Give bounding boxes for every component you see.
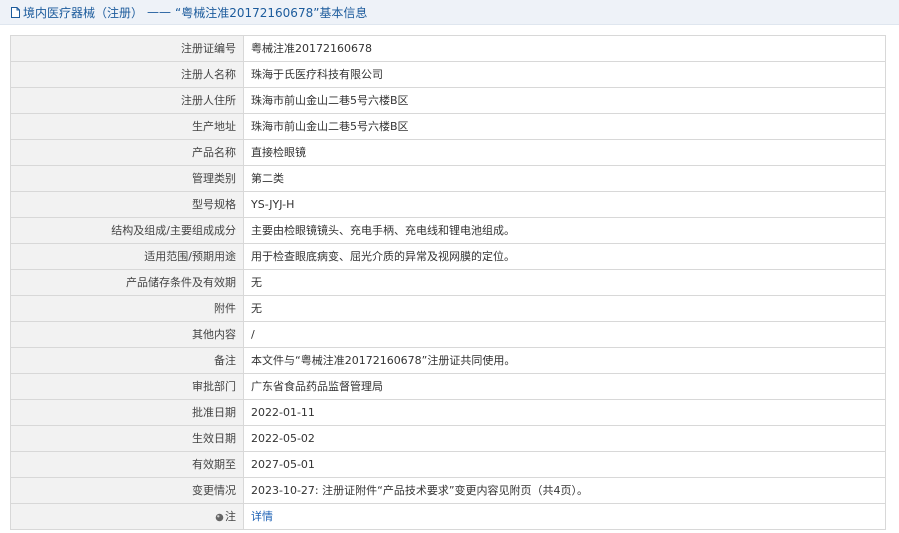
row-label: 产品储存条件及有效期 — [10, 269, 244, 296]
row-label: 生效日期 — [10, 425, 244, 452]
note-label-text: 注 — [225, 510, 236, 523]
table-row: 产品名称 直接检眼镜 — [10, 139, 886, 166]
page-title: “粤械注准20172160678”基本信息 — [175, 5, 368, 20]
row-label: 注册人住所 — [10, 87, 244, 114]
row-value: 珠海于氏医疗科技有限公司 — [243, 61, 886, 88]
row-value: 无 — [243, 269, 886, 296]
note-row: 注 详情 — [10, 503, 886, 530]
row-value: 第二类 — [243, 165, 886, 192]
row-value: 2023-10-27: 注册证附件“产品技术要求”变更内容见附页（共4页）。 — [243, 477, 886, 504]
info-table: 注册证编号 粤械注准20172160678 注册人名称 珠海于氏医疗科技有限公司 注… — [10, 35, 886, 530]
table-row: 注册人住所 珠海市前山金山二巷5号六楼B区 — [10, 87, 886, 114]
table-row: 生产地址 珠海市前山金山二巷5号六楼B区 — [10, 113, 886, 140]
row-label: 结构及组成/主要组成成分 — [10, 217, 244, 244]
note-icon — [215, 513, 224, 521]
row-label: 附件 — [10, 295, 244, 322]
page-header: 境内医疗器械（注册） —— “粤械注准20172160678”基本信息 — [0, 0, 899, 25]
table-row: 批准日期 2022-01-11 — [10, 399, 886, 426]
row-label: 型号规格 — [10, 191, 244, 218]
table-row: 审批部门 广东省食品药品监督管理局 — [10, 373, 886, 400]
row-label: 有效期至 — [10, 451, 244, 478]
table-row: 附件无 — [10, 295, 886, 322]
row-label: 备注 — [10, 347, 244, 374]
table-row: 注册证编号 粤械注准20172160678 — [10, 35, 886, 62]
table-row: 有效期至 2027-05-01 — [10, 451, 886, 478]
row-value: 本文件与“粤械注准20172160678”注册证共同使用。 — [243, 347, 886, 374]
row-label: 注册证编号 — [10, 35, 244, 62]
row-label: 产品名称 — [10, 139, 244, 166]
table-row: 生效日期 2022-05-02 — [10, 425, 886, 452]
note-value: 详情 — [243, 503, 886, 530]
table-row: 备注 本文件与“粤械注准20172160678”注册证共同使用。 — [10, 347, 886, 374]
document-icon — [11, 6, 20, 18]
info-panel: 注册证编号 粤械注准20172160678 注册人名称 珠海于氏医疗科技有限公司 注… — [10, 35, 886, 530]
note-label: 注 — [10, 503, 244, 530]
table-row: 产品储存条件及有效期无 — [10, 269, 886, 296]
table-row: 变更情况 2023-10-27: 注册证附件“产品技术要求”变更内容见附页（共4页… — [10, 477, 886, 504]
table-row: 型号规格 YS-JYJ-H — [10, 191, 886, 218]
row-value: 2022-05-02 — [243, 425, 886, 452]
row-label: 批准日期 — [10, 399, 244, 426]
table-row: 其他内容 / — [10, 321, 886, 348]
row-value: / — [243, 321, 886, 348]
row-label: 适用范围/预期用途 — [10, 243, 244, 270]
row-value: 2027-05-01 — [243, 451, 886, 478]
table-row: 结构及组成/主要组成成分 主要由检眼镜镜头、充电手柄、充电线和锂电池组成。 — [10, 217, 886, 244]
breadcrumb: 境内医疗器械（注册） — [23, 5, 144, 20]
row-value: 广东省食品药品监督管理局 — [243, 373, 886, 400]
row-label: 变更情况 — [10, 477, 244, 504]
row-label: 注册人名称 — [10, 61, 244, 88]
row-value: 无 — [243, 295, 886, 322]
row-value: 粤械注准20172160678 — [243, 35, 886, 62]
table-row: 管理类别 第二类 — [10, 165, 886, 192]
row-label: 审批部门 — [10, 373, 244, 400]
row-value: 直接检眼镜 — [243, 139, 886, 166]
row-value: 用于检查眼底病变、屈光介质的异常及视网膜的定位。 — [243, 243, 886, 270]
row-value: 珠海市前山金山二巷5号六楼B区 — [243, 113, 886, 140]
row-label: 生产地址 — [10, 113, 244, 140]
breadcrumb-separator: —— — [147, 5, 172, 19]
table-row: 注册人名称 珠海于氏医疗科技有限公司 — [10, 61, 886, 88]
row-value: 珠海市前山金山二巷5号六楼B区 — [243, 87, 886, 114]
row-value: YS-JYJ-H — [243, 191, 886, 218]
row-value: 2022-01-11 — [243, 399, 886, 426]
table-row: 适用范围/预期用途 用于检查眼底病变、屈光介质的异常及视网膜的定位。 — [10, 243, 886, 270]
details-link[interactable]: 详情 — [251, 510, 273, 523]
row-label: 管理类别 — [10, 165, 244, 192]
row-label: 其他内容 — [10, 321, 244, 348]
row-value: 主要由检眼镜镜头、充电手柄、充电线和锂电池组成。 — [243, 217, 886, 244]
